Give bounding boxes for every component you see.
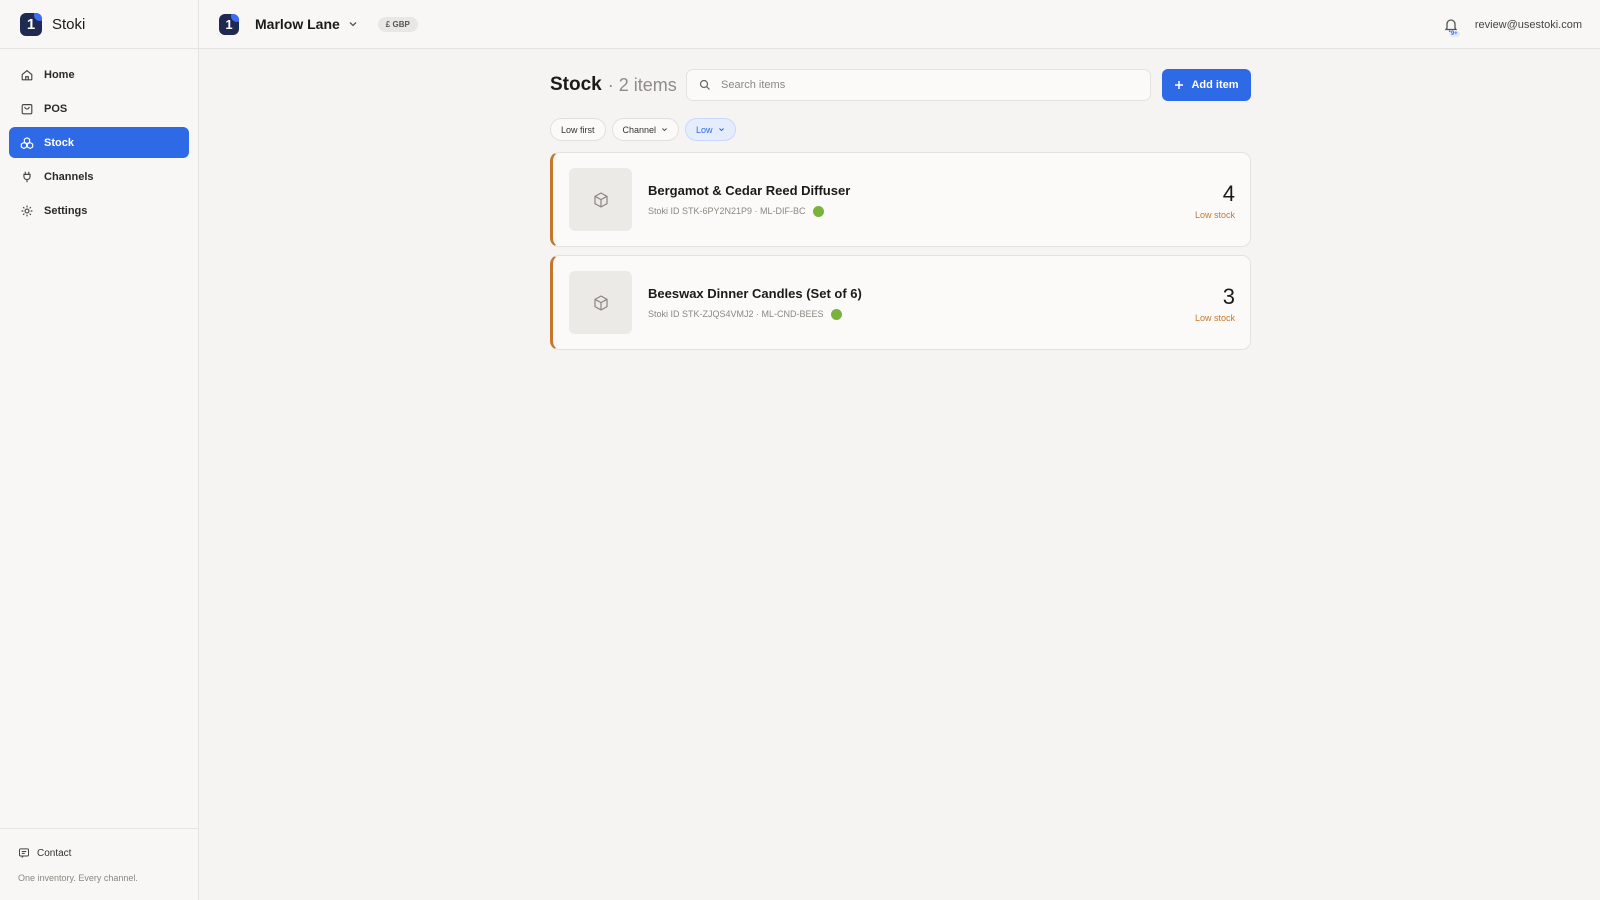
item-meta: Stoki ID STK-6PY2N21P9 · ML-DIF-BC: [648, 205, 850, 217]
sidebar-nav: Home POS Stock Channels Settings: [0, 49, 198, 239]
brand[interactable]: 1 Stoki: [0, 0, 198, 49]
contact-label: Contact: [37, 847, 72, 859]
item-name: Bergamot & Cedar Reed Diffuser: [648, 182, 851, 198]
stock-status-label: Low stock: [1194, 210, 1235, 220]
notifications-button[interactable]: 9+: [1443, 17, 1460, 37]
gear-icon: [20, 204, 34, 218]
sidebar-item-label: Home: [44, 68, 75, 81]
channel-status-dot: [812, 205, 824, 217]
sort-low-first-chip[interactable]: Low first: [550, 118, 606, 141]
page-title: Stock: [550, 74, 602, 95]
chip-label: Low first: [561, 124, 595, 135]
sidebar-item-channels[interactable]: Channels: [9, 161, 189, 192]
chip-label: Low: [696, 124, 713, 135]
package-icon: [593, 191, 608, 208]
store-logo: 1: [219, 13, 239, 35]
add-item-label: Add item: [1191, 79, 1239, 91]
item-sku: · ML-DIF-BC: [754, 206, 806, 216]
stock-level-filter-chip[interactable]: Low: [685, 118, 736, 141]
item-meta: Stoki ID STK-ZJQS4VMJ2 · ML-CND-BEES: [648, 308, 862, 320]
add-item-button[interactable]: Add item: [1162, 69, 1251, 101]
tagline: One inventory. Every channel.: [18, 873, 138, 883]
sidebar-item-label: Channels: [44, 170, 94, 183]
plug-icon: [20, 170, 34, 184]
bag-icon: [20, 102, 34, 116]
item-thumbnail: [569, 271, 632, 334]
topbar: 1 Marlow Lane £ GBP 9+ review@usestoki.c…: [199, 0, 1600, 49]
item-quantity-block: 4 Low stock: [1195, 181, 1235, 220]
filter-bar: Low first Channel Low: [550, 118, 742, 141]
plus-icon: [1175, 81, 1184, 89]
chip-label: Channel: [622, 124, 657, 135]
sidebar-footer: Contact One inventory. Every channel.: [0, 828, 198, 900]
item-quantity: 3: [1222, 284, 1235, 309]
stock-item-card[interactable]: Beeswax Dinner Candles (Set of 6) Stoki …: [550, 255, 1251, 350]
item-sku: · ML-CND-BEES: [756, 309, 824, 319]
stock-list: Bergamot & Cedar Reed Diffuser Stoki ID …: [550, 152, 1251, 358]
search-box[interactable]: [686, 69, 1151, 101]
chevron-down-icon: [349, 22, 357, 27]
currency-badge: £ GBP: [377, 16, 418, 32]
item-stoki-id: Stoki ID STK-ZJQS4VMJ2: [648, 309, 754, 319]
topbar-right: 9+ review@usestoki.com: [1443, 0, 1582, 49]
home-icon: [20, 68, 34, 82]
sidebar-item-stock[interactable]: Stock: [9, 127, 189, 158]
item-info: Beeswax Dinner Candles (Set of 6) Stoki …: [648, 286, 862, 320]
message-icon: [19, 848, 29, 858]
boxes-icon: [20, 136, 34, 150]
item-quantity: 4: [1222, 181, 1235, 206]
store-name: Marlow Lane: [255, 16, 340, 32]
app-name: Stoki: [52, 15, 86, 33]
sidebar-item-settings[interactable]: Settings: [9, 195, 189, 226]
stock-status-label: Low stock: [1194, 313, 1235, 323]
app-logo: 1: [20, 12, 42, 36]
channel-status-dot: [830, 308, 842, 320]
sidebar-item-label: Settings: [44, 204, 88, 217]
package-icon: [593, 294, 608, 311]
sidebar: 1 Stoki Home POS Stock Channels Settings…: [0, 0, 199, 900]
search-input[interactable]: [721, 79, 1141, 91]
chevron-down-icon: [718, 128, 724, 132]
sidebar-item-label: Stock: [44, 136, 74, 149]
sidebar-item-home[interactable]: Home: [9, 59, 189, 90]
item-count: · 2 items: [607, 74, 677, 95]
user-menu[interactable]: review@usestoki.com: [1475, 19, 1582, 31]
chevron-down-icon: [662, 128, 668, 132]
item-quantity-block: 3 Low stock: [1195, 284, 1235, 323]
stock-item-card[interactable]: Bergamot & Cedar Reed Diffuser Stoki ID …: [550, 152, 1251, 247]
store-switcher[interactable]: Marlow Lane: [255, 16, 358, 32]
notification-count-badge: 9+: [1448, 30, 1460, 37]
item-stoki-id: Stoki ID STK-6PY2N21P9: [648, 206, 753, 216]
item-thumbnail: [569, 168, 632, 231]
sidebar-item-pos[interactable]: POS: [9, 93, 189, 124]
item-name: Beeswax Dinner Candles (Set of 6): [648, 285, 862, 301]
search-icon: [699, 79, 710, 90]
sidebar-item-label: POS: [44, 102, 68, 115]
stock-header: Stock · 2 items Add item: [550, 69, 1251, 101]
contact-link[interactable]: Contact: [18, 847, 180, 859]
channel-filter-chip[interactable]: Channel: [611, 118, 680, 141]
item-info: Bergamot & Cedar Reed Diffuser Stoki ID …: [648, 183, 850, 217]
